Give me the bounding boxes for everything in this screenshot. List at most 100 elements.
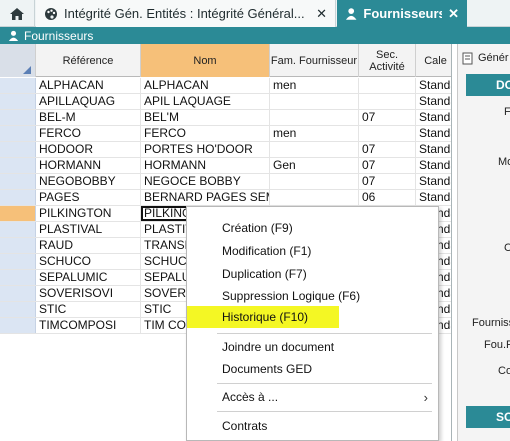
detail-label: Co — [498, 365, 510, 377]
grid-header: Référence Nom Fam. Fournisseur Sec. Acti… — [0, 44, 451, 77]
table-row[interactable]: NEGOBOBBYNEGOCE BOBBY 07Standa — [0, 174, 451, 190]
grid-corner[interactable] — [0, 44, 36, 77]
cell-ref[interactable]: HODOOR — [36, 142, 141, 157]
tab-fournisseurs[interactable]: Fournisseurs ✕ — [337, 0, 467, 27]
table-row[interactable]: APILLAQUAGAPIL LAQUAGE Standa — [0, 94, 451, 110]
cell-ref[interactable]: PAGES — [36, 190, 141, 205]
cell-ref[interactable]: NEGOBOBBY — [36, 174, 141, 189]
cell-cal[interactable]: Standa — [416, 110, 451, 125]
cell-ref[interactable]: RAUD — [36, 238, 141, 253]
cell-cal[interactable]: Standa — [416, 174, 451, 189]
cell-sec[interactable] — [359, 94, 416, 109]
row-selector[interactable] — [0, 94, 36, 109]
tab-bar: Intégrité Gén. Entités : Intégrité Génér… — [0, 0, 510, 27]
row-selector[interactable] — [0, 206, 36, 221]
row-selector[interactable] — [0, 158, 36, 173]
home-tab[interactable] — [0, 0, 35, 27]
cell-fam[interactable] — [270, 190, 359, 205]
table-row[interactable]: HODOORPORTES HO'DOOR 07Standa — [0, 142, 451, 158]
cell-nom[interactable]: NEGOCE BOBBY — [141, 174, 270, 189]
row-selector[interactable] — [0, 238, 36, 253]
cell-ref[interactable]: PILKINGTON — [36, 206, 141, 221]
cell-fam[interactable]: Gen — [270, 158, 359, 173]
row-selector[interactable] — [0, 110, 36, 125]
menu-item-acces[interactable]: Accès à ... › — [187, 386, 438, 408]
cell-fam[interactable] — [270, 142, 359, 157]
table-row[interactable]: PAGESBERNARD PAGES SEME 06Standa — [0, 190, 451, 206]
cell-fam[interactable]: men — [270, 126, 359, 141]
row-selector[interactable] — [0, 142, 36, 157]
menu-item-label: Contrats — [222, 419, 268, 433]
cell-ref[interactable]: PLASTIVAL — [36, 222, 141, 237]
cell-cal[interactable]: Standa — [416, 142, 451, 157]
cell-fam[interactable] — [270, 110, 359, 125]
home-icon — [10, 7, 24, 20]
cell-sec[interactable]: 07 — [359, 158, 416, 173]
row-selector[interactable] — [0, 286, 36, 301]
cell-nom[interactable]: APIL LAQUAGE — [141, 94, 270, 109]
row-selector[interactable] — [0, 222, 36, 237]
table-row[interactable]: HORMANNHORMANNGen07Standa — [0, 158, 451, 174]
cell-ref[interactable]: STIC — [36, 302, 141, 317]
cell-sec[interactable] — [359, 78, 416, 93]
cell-nom[interactable]: PORTES HO'DOOR — [141, 142, 270, 157]
cell-ref[interactable]: APILLAQUAG — [36, 94, 141, 109]
cell-fam[interactable] — [270, 94, 359, 109]
col-header-secteur[interactable]: Sec. Activité — [359, 44, 416, 77]
detail-toolbar-label: Génér — [478, 52, 509, 64]
table-row[interactable]: ALPHACANALPHACANmenStanda — [0, 78, 451, 94]
menu-item-label: Duplication (F7) — [222, 267, 307, 281]
tab-integrite[interactable]: Intégrité Gén. Entités : Intégrité Génér… — [36, 0, 336, 27]
col-header-nom[interactable]: Nom — [141, 44, 270, 77]
cell-sec[interactable]: 07 — [359, 110, 416, 125]
menu-item-creation[interactable]: Création (F9) — [187, 217, 438, 239]
cell-cal[interactable]: Standa — [416, 126, 451, 141]
cell-nom[interactable]: HORMANN — [141, 158, 270, 173]
cell-ref[interactable]: ALPHACAN — [36, 78, 141, 93]
col-header-famille[interactable]: Fam. Fournisseur — [270, 44, 359, 77]
row-selector[interactable] — [0, 318, 36, 333]
cell-nom[interactable]: ALPHACAN — [141, 78, 270, 93]
cell-ref[interactable]: SOVERISOVI — [36, 286, 141, 301]
menu-item-suppression[interactable]: Suppression Logique (F6) — [187, 285, 438, 307]
cell-sec[interactable]: 06 — [359, 190, 416, 205]
menu-item-joindre[interactable]: Joindre un document — [187, 336, 438, 358]
cell-cal[interactable]: Standa — [416, 190, 451, 205]
table-row[interactable]: BEL-MBEL'M 07Standa — [0, 110, 451, 126]
cell-ref[interactable]: SCHUCO — [36, 254, 141, 269]
cell-nom[interactable]: FERCO — [141, 126, 270, 141]
row-selector[interactable] — [0, 126, 36, 141]
cell-cal[interactable]: Standa — [416, 78, 451, 93]
cell-ref[interactable]: BEL-M — [36, 110, 141, 125]
detail-toolbar[interactable]: Génér — [458, 48, 509, 68]
row-selector[interactable] — [0, 174, 36, 189]
row-selector[interactable] — [0, 270, 36, 285]
menu-item-duplication[interactable]: Duplication (F7) — [187, 263, 438, 285]
row-selector[interactable] — [0, 78, 36, 93]
table-row[interactable]: FERCOFERCOmenStanda — [0, 126, 451, 142]
menu-item-modification[interactable]: Modification (F1) — [187, 240, 438, 262]
cell-ref[interactable]: FERCO — [36, 126, 141, 141]
cell-sec[interactable]: 07 — [359, 174, 416, 189]
row-selector[interactable] — [0, 254, 36, 269]
cell-cal[interactable]: Standa — [416, 158, 451, 173]
row-selector[interactable] — [0, 190, 36, 205]
cell-nom[interactable]: BERNARD PAGES SEME — [141, 190, 270, 205]
menu-item-documents-ged[interactable]: Documents GED — [187, 358, 438, 380]
menu-item-contrats[interactable]: Contrats — [187, 415, 438, 437]
cell-sec[interactable] — [359, 126, 416, 141]
cell-fam[interactable]: men — [270, 78, 359, 93]
cell-ref[interactable]: SEPALUMIC — [36, 270, 141, 285]
col-header-reference[interactable]: Référence — [36, 44, 141, 77]
cell-ref[interactable]: TIMCOMPOSI — [36, 318, 141, 333]
col-header-calendrier[interactable]: Cale — [416, 44, 451, 77]
cell-fam[interactable] — [270, 174, 359, 189]
close-icon[interactable]: ✕ — [448, 7, 459, 20]
menu-item-historique[interactable]: Historique (F10) — [187, 306, 339, 328]
cell-sec[interactable]: 07 — [359, 142, 416, 157]
cell-nom[interactable]: BEL'M — [141, 110, 270, 125]
cell-ref[interactable]: HORMANN — [36, 158, 141, 173]
cell-cal[interactable]: Standa — [416, 94, 451, 109]
close-icon[interactable]: ✕ — [316, 7, 327, 20]
row-selector[interactable] — [0, 302, 36, 317]
